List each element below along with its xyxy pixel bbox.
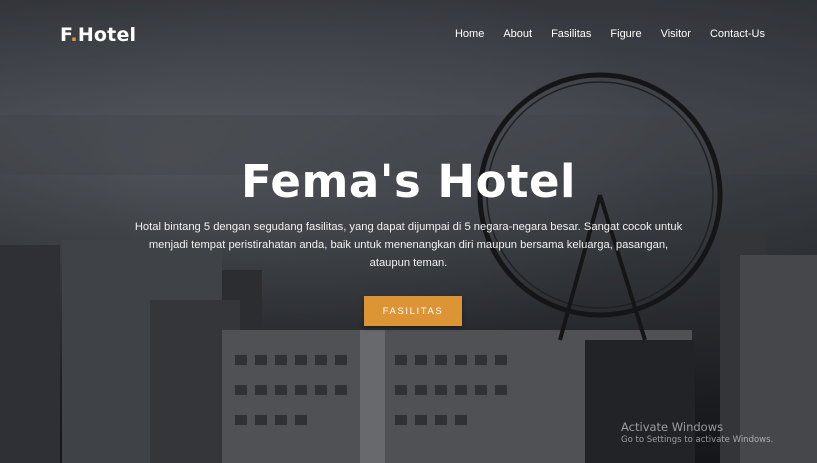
nav-link-fasilitas[interactable]: Fasilitas: [551, 28, 591, 40]
navbar: F.Hotel Home About Fasilitas Figure Visi…: [0, 0, 817, 70]
brand-logo-name: Hotel: [77, 24, 137, 46]
brand-logo-letter: F: [60, 24, 71, 46]
nav-menu: Home About Fasilitas Figure Visitor Cont…: [436, 28, 765, 40]
nav-link-visitor[interactable]: Visitor: [661, 28, 691, 40]
fasilitas-button[interactable]: FASILITAS: [364, 296, 462, 326]
hero-description: Hotal bintang 5 dengan segudang fasilita…: [134, 221, 683, 269]
brand-logo-dot: .: [70, 24, 78, 46]
windows-activation-watermark: Activate Windows Go to Settings to activ…: [621, 420, 773, 445]
hero-title: Fema's Hotel: [241, 155, 576, 208]
nav-link-figure[interactable]: Figure: [610, 28, 641, 40]
watermark-title: Activate Windows: [621, 420, 724, 434]
nav-link-home[interactable]: Home: [455, 28, 484, 40]
hero-section: Fema's Hotel Hotal bintang 5 dengan segu…: [0, 155, 817, 272]
watermark-subtitle: Go to Settings to activate Windows.: [621, 435, 774, 445]
nav-link-contact-us[interactable]: Contact-Us: [710, 28, 765, 40]
nav-link-about[interactable]: About: [503, 28, 532, 40]
brand-logo[interactable]: F.Hotel: [60, 24, 136, 46]
